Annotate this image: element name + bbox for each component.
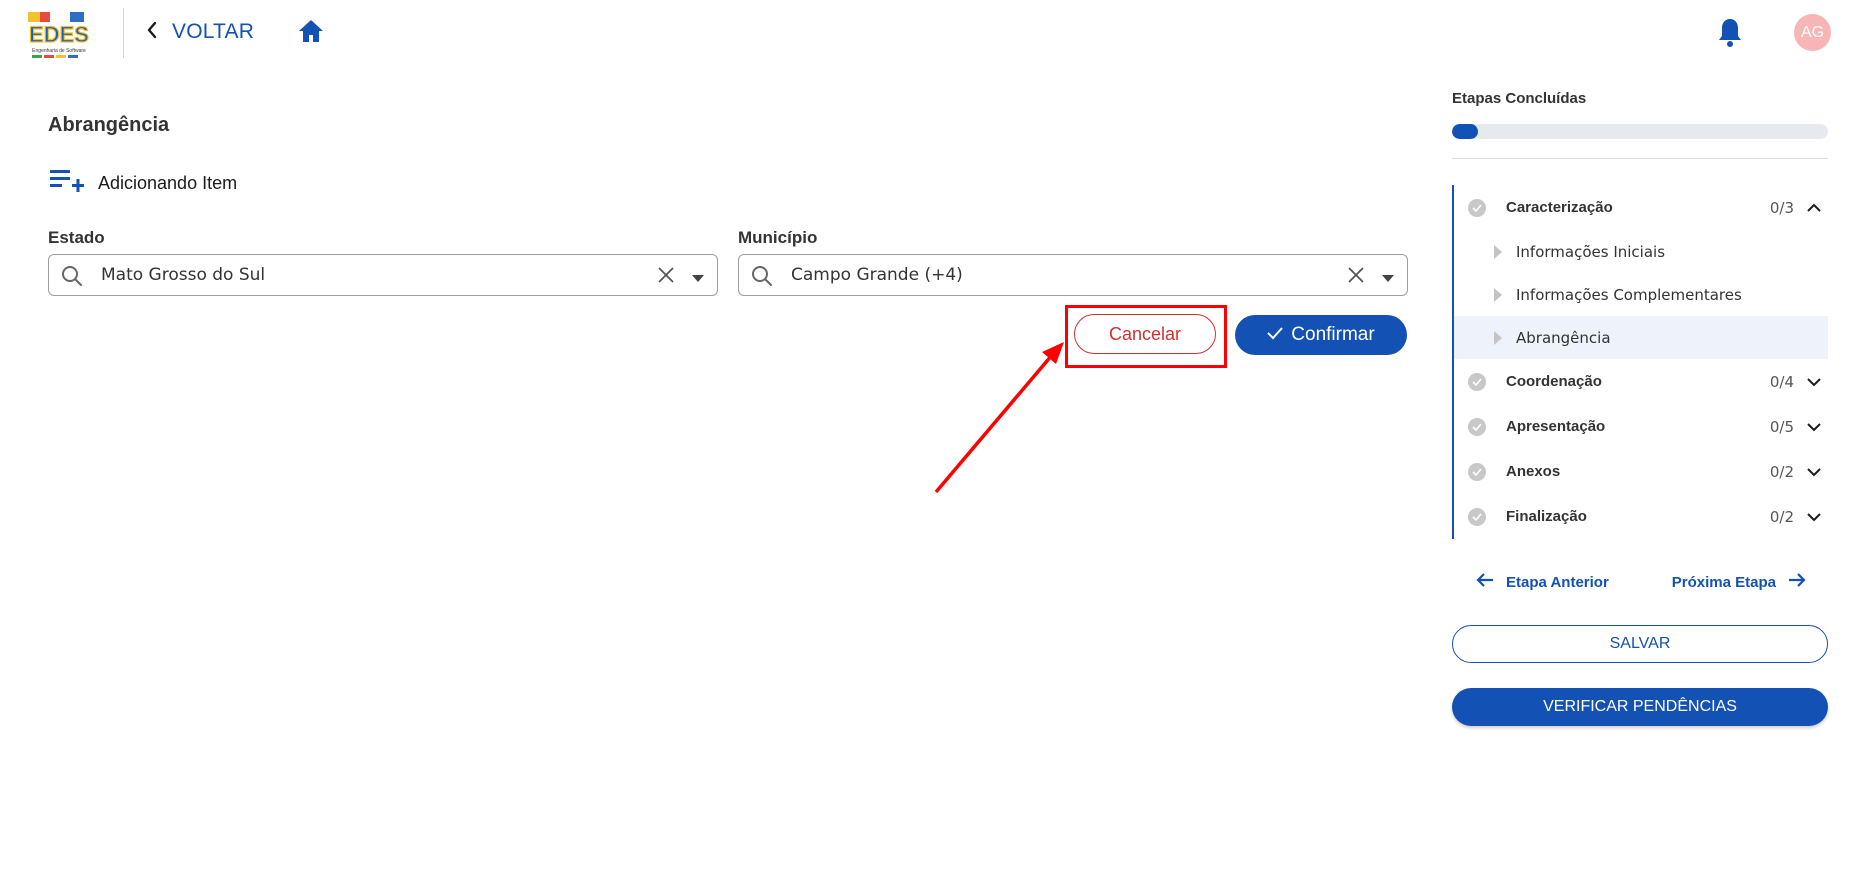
substep-label: Abrangência bbox=[1516, 328, 1611, 347]
cancel-button[interactable]: Cancelar bbox=[1074, 314, 1216, 354]
municipio-label: Município bbox=[738, 228, 818, 247]
previous-step-button[interactable]: Etapa Anterior bbox=[1476, 572, 1609, 592]
substep-abrangencia[interactable]: Abrangência bbox=[1454, 316, 1828, 359]
bell-icon[interactable] bbox=[1716, 16, 1744, 48]
step-count: 0/2 bbox=[1769, 462, 1794, 481]
progress-bar bbox=[1452, 124, 1828, 139]
progress-fill bbox=[1452, 124, 1479, 139]
check-icon bbox=[1267, 324, 1284, 346]
check-circle-icon bbox=[1468, 507, 1486, 526]
home-icon[interactable] bbox=[296, 16, 326, 46]
step-header[interactable]: Caracterização 0/3 bbox=[1454, 185, 1828, 230]
clear-icon[interactable] bbox=[657, 266, 675, 289]
steps-list: Caracterização 0/3 Informações Iniciais … bbox=[1452, 185, 1828, 539]
step-header[interactable]: Anexos 0/2 bbox=[1454, 449, 1828, 494]
estado-select[interactable]: Mato Grosso do Sul bbox=[48, 254, 718, 296]
step-finalizacao: Finalização 0/2 bbox=[1452, 494, 1828, 539]
substep-label: Informações Complementares bbox=[1516, 285, 1742, 304]
arrow-left-icon bbox=[1476, 572, 1494, 592]
check-circle-icon bbox=[1468, 372, 1486, 391]
panel-title: Etapas Concluídas bbox=[1452, 90, 1587, 107]
annotation-arrow bbox=[934, 342, 1064, 494]
adding-item-header: Adicionando Item bbox=[50, 168, 237, 199]
caret-down-icon[interactable] bbox=[1381, 270, 1395, 288]
svg-text:Engenharia de Software: Engenharia de Software bbox=[32, 48, 86, 54]
playlist-add-icon bbox=[50, 168, 84, 199]
step-navigation: Etapa Anterior Próxima Etapa bbox=[1452, 572, 1828, 592]
step-name: Finalização bbox=[1506, 508, 1587, 525]
substep-label: Informações Iniciais bbox=[1516, 242, 1666, 261]
step-caracterizacao: Caracterização 0/3 Informações Iniciais … bbox=[1452, 185, 1828, 359]
page-title: Abrangência bbox=[48, 114, 170, 136]
next-step-label: Próxima Etapa bbox=[1671, 573, 1776, 591]
check-circle-icon bbox=[1468, 198, 1486, 217]
panel-divider bbox=[1452, 158, 1828, 159]
svg-text:EDES: EDES bbox=[29, 22, 89, 47]
estado-value: Mato Grosso do Sul bbox=[101, 265, 266, 285]
chevron-left-icon bbox=[146, 21, 158, 44]
chevron-up-icon[interactable] bbox=[1804, 198, 1824, 218]
municipio-select[interactable]: Campo Grande (+4) bbox=[738, 254, 1408, 296]
municipio-value: Campo Grande (+4) bbox=[791, 265, 963, 285]
top-header: EDES Engenharia de Software VOLTAR AG bbox=[0, 0, 1849, 64]
step-name: Coordenação bbox=[1506, 373, 1602, 390]
steps-panel: Etapas Concluídas Caracterização 0/3 Inf… bbox=[1452, 90, 1828, 726]
header-divider bbox=[123, 8, 124, 58]
step-count: 0/3 bbox=[1769, 198, 1794, 217]
search-icon bbox=[61, 265, 83, 292]
step-anexos: Anexos 0/2 bbox=[1452, 449, 1828, 494]
chevron-down-icon[interactable] bbox=[1804, 417, 1824, 437]
municipio-field: Município Campo Grande (+4) bbox=[738, 228, 1408, 296]
substep-informacoes-complementares[interactable]: Informações Complementares bbox=[1454, 273, 1828, 316]
step-name: Apresentação bbox=[1506, 418, 1606, 435]
substep-informacoes-iniciais[interactable]: Informações Iniciais bbox=[1454, 230, 1828, 273]
chevron-down-icon[interactable] bbox=[1804, 372, 1824, 392]
step-name: Caracterização bbox=[1506, 199, 1613, 216]
step-apresentacao: Apresentação 0/5 bbox=[1452, 404, 1828, 449]
estado-field: Estado Mato Grosso do Sul bbox=[48, 228, 718, 296]
step-name: Anexos bbox=[1506, 463, 1561, 480]
estado-label: Estado bbox=[48, 228, 105, 247]
confirm-label: Confirmar bbox=[1291, 324, 1375, 345]
caret-right-icon bbox=[1494, 287, 1502, 302]
step-count: 0/5 bbox=[1769, 417, 1794, 436]
arrow-right-icon bbox=[1788, 572, 1806, 592]
save-button[interactable]: SALVAR bbox=[1452, 625, 1828, 663]
step-coordenacao: Coordenação 0/4 bbox=[1452, 359, 1828, 404]
chevron-down-icon[interactable] bbox=[1804, 462, 1824, 482]
user-avatar[interactable]: AG bbox=[1794, 14, 1831, 51]
check-circle-icon bbox=[1468, 462, 1486, 481]
previous-step-label: Etapa Anterior bbox=[1506, 573, 1609, 591]
step-header[interactable]: Apresentação 0/5 bbox=[1454, 404, 1828, 449]
step-count: 0/2 bbox=[1769, 507, 1794, 526]
clear-icon[interactable] bbox=[1347, 266, 1365, 289]
step-header[interactable]: Finalização 0/2 bbox=[1454, 494, 1828, 539]
confirm-button[interactable]: Confirmar bbox=[1235, 315, 1407, 355]
verify-pending-button[interactable]: VERIFICAR PENDÊNCIAS bbox=[1452, 688, 1828, 726]
adding-item-label: Adicionando Item bbox=[98, 173, 238, 193]
search-icon bbox=[751, 265, 773, 292]
back-button[interactable]: VOLTAR bbox=[146, 16, 254, 48]
back-label: VOLTAR bbox=[172, 20, 255, 43]
step-count: 0/4 bbox=[1769, 372, 1794, 391]
caret-right-icon bbox=[1494, 330, 1502, 345]
caret-right-icon bbox=[1494, 244, 1502, 259]
edes-logo[interactable]: EDES Engenharia de Software bbox=[26, 6, 92, 62]
caret-down-icon[interactable] bbox=[691, 270, 705, 288]
step-header[interactable]: Coordenação 0/4 bbox=[1454, 359, 1828, 404]
chevron-down-icon[interactable] bbox=[1804, 507, 1824, 527]
check-circle-icon bbox=[1468, 417, 1486, 436]
next-step-button[interactable]: Próxima Etapa bbox=[1672, 572, 1806, 592]
